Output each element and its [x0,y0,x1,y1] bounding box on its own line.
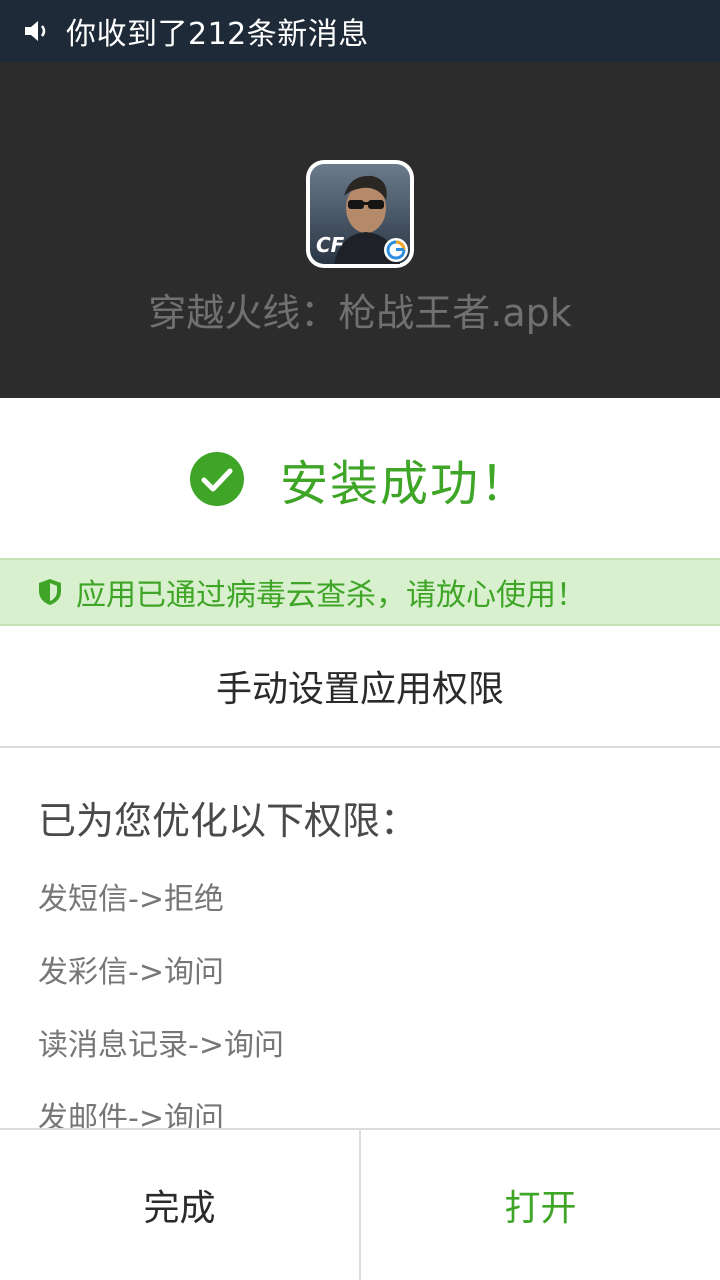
permission-item: 读消息记录->询问 [38,1028,284,1063]
check-circle-icon [189,452,244,506]
bottom-action-bar: 完成 打开 [0,1128,720,1280]
status-bar: 你收到了212条新消息 [0,0,720,62]
open-button[interactable]: 打开 [361,1130,720,1280]
install-result: 安装成功！ [0,400,720,558]
game-app-icon: CF [306,160,414,268]
permission-item: 发短信->拒绝 [38,882,224,917]
manual-permission-label: 手动设置应用权限 [215,669,504,710]
manual-permission-button[interactable]: 手动设置应用权限 [0,626,720,748]
virus-scan-banner: 应用已通过病毒云查杀，请放心使用！ [0,558,720,626]
permission-item: 发彩信->询问 [38,955,224,990]
svg-text:CF: CF [316,233,345,257]
shield-icon [39,579,61,605]
install-success-text: 安装成功！ [279,456,530,512]
app-header: CF 穿越火线：枪战王者.apk [0,62,720,398]
done-button[interactable]: 完成 [0,1130,361,1280]
speaker-icon [25,21,46,41]
permissions-title: 已为您优化以下权限： [38,799,419,843]
apk-file-name: 穿越火线：枪战王者.apk [148,291,572,335]
notification-message: 你收到了212条新消息 [66,17,369,52]
virus-scan-text: 应用已通过病毒云查杀，请放心使用！ [76,578,586,613]
permission-list: 发短信->拒绝 发彩信->询问 读消息记录->询问 发邮件->询问 [38,874,284,1166]
